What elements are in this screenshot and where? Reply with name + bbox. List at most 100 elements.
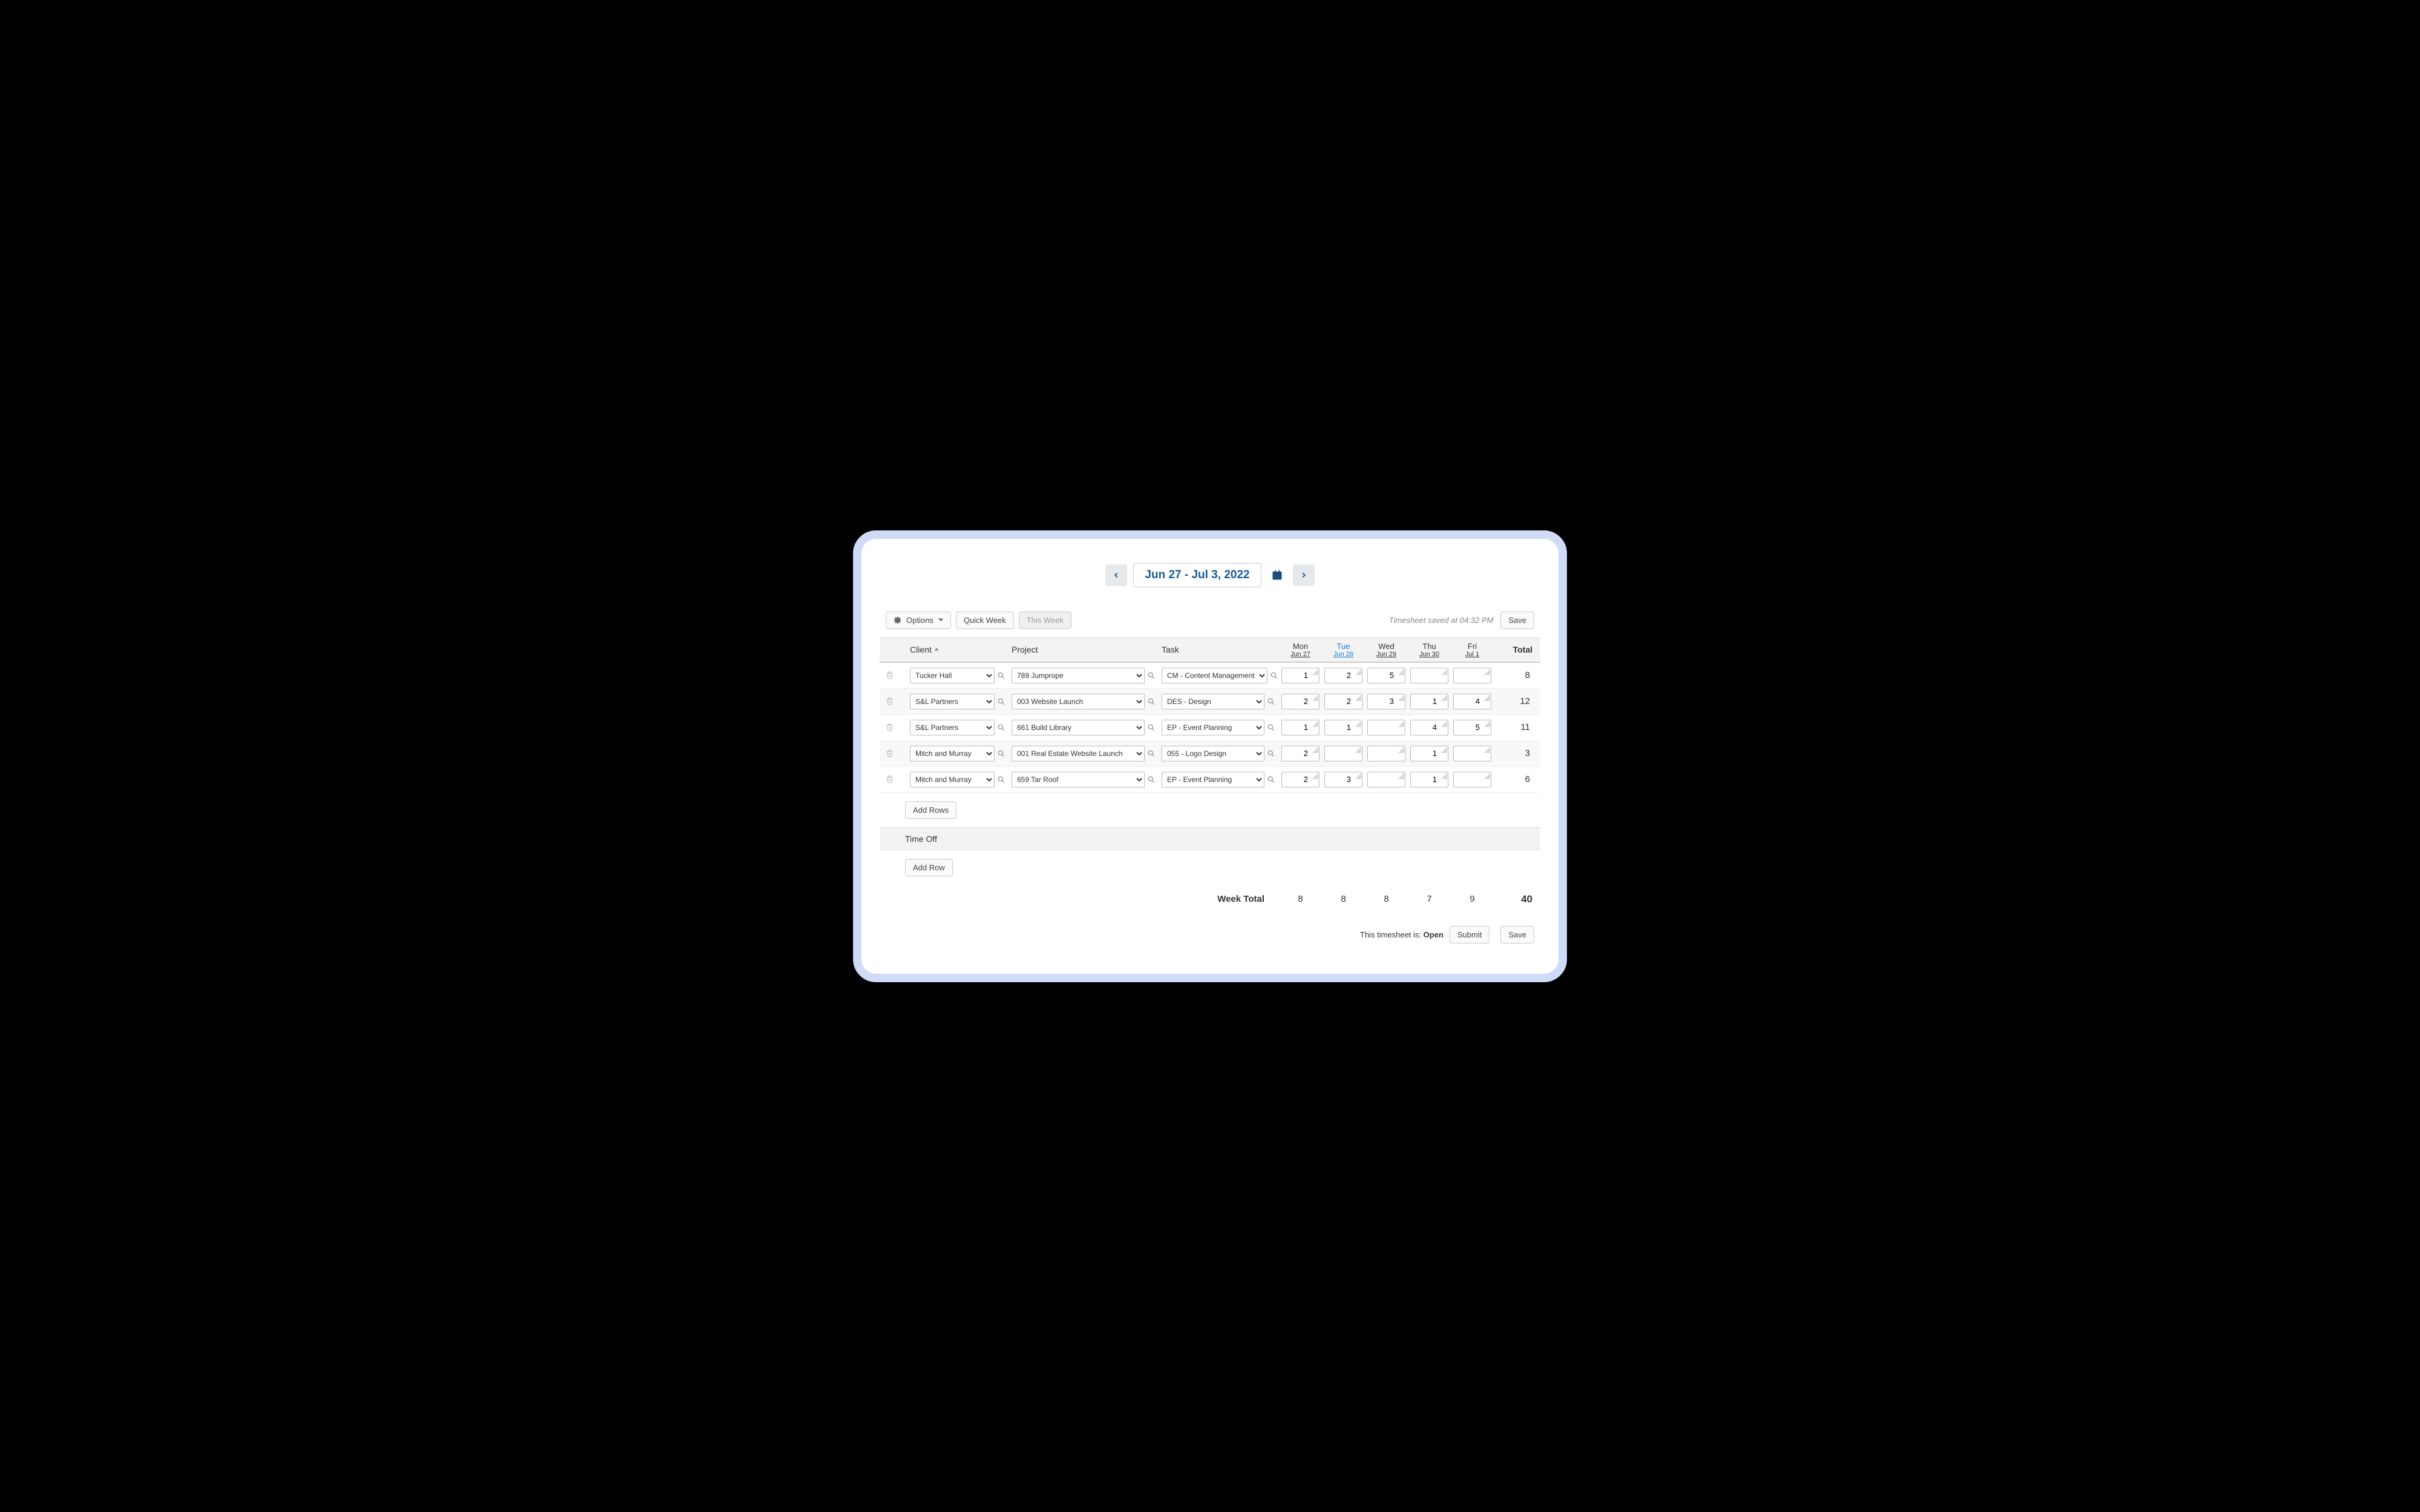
save-button-top[interactable]: Save [1500,611,1534,629]
task-select[interactable]: CM - Content Management [1162,668,1267,683]
note-corner-icon[interactable] [1441,773,1447,779]
task-select[interactable]: EP - Event Planning [1162,772,1264,787]
search-icon[interactable] [1267,723,1277,732]
day-header-tue[interactable]: TueJun 28 [1324,642,1362,658]
search-icon[interactable] [1147,723,1157,732]
row-total: 6 [1496,774,1532,784]
note-corner-icon[interactable] [1355,669,1361,675]
task-select[interactable]: DES - Design [1162,694,1264,709]
prev-week-button[interactable] [1105,564,1127,586]
save-button-bottom[interactable]: Save [1500,926,1534,943]
delete-row-button[interactable] [886,775,905,783]
timesheet-status: This timesheet is: Open [1360,930,1444,939]
day-header-wed[interactable]: WedJun 29 [1367,642,1405,658]
table-row: Mitch and Murray 001 Real Estate Website … [880,741,1540,767]
note-corner-icon[interactable] [1398,669,1404,675]
client-select[interactable]: S&L Partners [910,720,995,735]
day-header-mon[interactable]: MonJun 27 [1281,642,1320,658]
options-button[interactable]: Options [886,611,951,629]
note-corner-icon[interactable] [1355,695,1361,701]
note-corner-icon[interactable] [1398,695,1404,701]
note-corner-icon[interactable] [1441,695,1447,701]
project-select[interactable]: 003 Website Launch [1012,694,1145,709]
client-header[interactable]: Client [910,645,1007,654]
task-select[interactable]: EP - Event Planning [1162,720,1264,735]
table-row: Tucker Hall 789 Jumprope CM - Content Mana… [880,663,1540,689]
week-total-mon: 8 [1281,894,1320,904]
day-header-thu[interactable]: ThuJun 30 [1410,642,1448,658]
note-corner-icon[interactable] [1398,773,1404,779]
note-corner-icon[interactable] [1312,747,1318,753]
search-icon[interactable] [1267,697,1277,706]
time-off-section: Time Off [880,827,1540,850]
delete-row-button[interactable] [886,671,905,679]
next-week-button[interactable] [1293,564,1315,586]
note-corner-icon[interactable] [1355,721,1361,727]
task-select[interactable]: 055 - Logo Design [1162,746,1264,761]
note-corner-icon[interactable] [1441,721,1447,727]
gear-icon [894,616,901,624]
note-corner-icon[interactable] [1484,721,1490,727]
project-select[interactable]: 001 Real Estate Website Launch [1012,746,1145,761]
calendar-button[interactable] [1267,564,1287,586]
day-header-fri[interactable]: FriJul 1 [1453,642,1491,658]
submit-button[interactable]: Submit [1450,926,1490,943]
quick-week-button[interactable]: Quick Week [956,611,1014,629]
delete-row-button[interactable] [886,723,905,731]
note-corner-icon[interactable] [1441,747,1447,753]
client-select[interactable]: S&L Partners [910,694,995,709]
note-corner-icon[interactable] [1441,669,1447,675]
delete-row-button[interactable] [886,749,905,757]
client-select[interactable]: Tucker Hall [910,668,995,683]
date-navigator: Jun 27 - Jul 3, 2022 [880,563,1540,587]
delete-row-button[interactable] [886,697,905,705]
date-range-display: Jun 27 - Jul 3, 2022 [1133,563,1261,587]
project-select[interactable]: 659 Tar Roof [1012,772,1145,787]
row-total: 12 [1496,696,1532,706]
search-icon[interactable] [1147,749,1157,758]
add-rows-wrap: Add Rows [880,793,1540,827]
note-corner-icon[interactable] [1312,695,1318,701]
search-icon[interactable] [997,697,1007,706]
search-icon[interactable] [997,723,1007,732]
note-corner-icon[interactable] [1484,669,1490,675]
week-total-tue: 8 [1324,894,1362,904]
save-status-text: Timesheet saved at 04:32 PM [1389,616,1494,625]
this-week-button[interactable]: This Week [1019,611,1071,629]
project-header[interactable]: Project [1012,645,1157,654]
note-corner-icon[interactable] [1398,747,1404,753]
table-row: S&L Partners 003 Website Launch DES - Desi… [880,689,1540,715]
client-select[interactable]: Mitch and Murray [910,746,995,761]
search-icon[interactable] [1147,671,1157,680]
add-row-button[interactable]: Add Row [905,859,953,876]
note-corner-icon[interactable] [1484,773,1490,779]
note-corner-icon[interactable] [1312,669,1318,675]
note-corner-icon[interactable] [1312,773,1318,779]
search-icon[interactable] [997,671,1007,680]
search-icon[interactable] [997,749,1007,758]
note-corner-icon[interactable] [1484,747,1490,753]
note-corner-icon[interactable] [1312,721,1318,727]
week-total-thu: 7 [1410,894,1448,904]
note-corner-icon[interactable] [1398,721,1404,727]
search-icon[interactable] [1267,775,1277,784]
note-corner-icon[interactable] [1484,695,1490,701]
project-select[interactable]: 789 Jumprope [1012,668,1145,683]
search-icon[interactable] [1267,749,1277,758]
week-grand-total: 40 [1496,893,1532,905]
week-total-label: Week Total [886,894,1277,904]
calendar-icon [1271,569,1283,581]
search-icon[interactable] [1147,775,1157,784]
task-header[interactable]: Task [1162,645,1277,654]
search-icon[interactable] [1270,671,1278,680]
note-corner-icon[interactable] [1355,747,1361,753]
search-icon[interactable] [997,775,1007,784]
client-select[interactable]: Mitch and Murray [910,772,995,787]
add-rows-button[interactable]: Add Rows [905,801,957,819]
search-icon[interactable] [1147,697,1157,706]
grid-header: Client Project Task MonJun 27 TueJun 28 … [880,637,1540,663]
note-corner-icon[interactable] [1355,773,1361,779]
date-range-text: Jun 27 - Jul 3, 2022 [1145,569,1249,582]
project-select[interactable]: 661 Build Library [1012,720,1145,735]
week-total-fri: 9 [1453,894,1491,904]
